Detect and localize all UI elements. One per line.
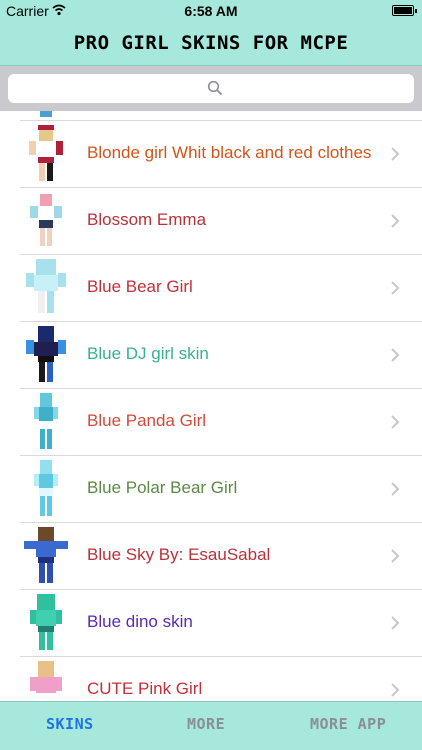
skin-thumbnail: [24, 527, 68, 583]
nav-bar: PRO GIRL SKINS FOR MCPE: [0, 22, 422, 66]
skin-name: Blue dino skin: [87, 612, 193, 631]
list-item[interactable]: Blue Polar Bear Girl: [0, 456, 422, 523]
skin-thumbnail: [29, 125, 63, 181]
skin-thumbnail: [40, 111, 52, 117]
skin-list[interactable]: Blonde girl Whit black and red clothes B…: [0, 111, 422, 701]
skin-thumbnail: [30, 194, 62, 246]
status-time: 6:58 AM: [184, 3, 238, 19]
chevron-right-icon: [391, 348, 400, 362]
skin-thumbnail: [26, 326, 66, 382]
skin-thumbnail: [30, 594, 62, 650]
skin-thumbnail: [34, 460, 58, 516]
skin-name: CUTE Pink Girl: [87, 679, 203, 698]
search-input[interactable]: [8, 74, 414, 103]
list-item[interactable]: CUTE Pink Girl: [0, 657, 422, 701]
page-title: PRO GIRL SKINS FOR MCPE: [73, 32, 349, 54]
chevron-right-icon: [391, 281, 400, 295]
battery-icon: [392, 5, 417, 16]
list-item[interactable]: Blonde girl Whit black and red clothes: [0, 121, 422, 188]
tab-more[interactable]: MORE: [187, 715, 225, 733]
skin-thumbnail: [26, 259, 66, 313]
list-item[interactable]: [0, 111, 422, 121]
skin-thumbnail: [34, 393, 58, 449]
list-item[interactable]: Blue Bear Girl: [0, 255, 422, 322]
list-item[interactable]: Blossom Emma: [0, 188, 422, 255]
tab-bar: SKINS MORE MORE APP: [0, 701, 422, 750]
list-item[interactable]: Blue Panda Girl: [0, 389, 422, 456]
status-bar: Carrier 6:58 AM: [0, 0, 422, 22]
chevron-right-icon: [391, 482, 400, 496]
search-bar: [0, 66, 422, 111]
skin-name: Blonde girl Whit black and red clothes: [87, 143, 372, 162]
skin-name: Blue Panda Girl: [87, 411, 207, 430]
search-icon: [207, 80, 223, 96]
skin-name: Blossom Emma: [87, 210, 207, 229]
skin-name: Blue Sky By: EsauSabal: [87, 545, 271, 564]
chevron-right-icon: [391, 616, 400, 630]
skin-thumbnail: [30, 661, 62, 693]
tab-skins[interactable]: SKINS: [46, 715, 94, 733]
chevron-right-icon: [391, 683, 400, 697]
chevron-right-icon: [391, 549, 400, 563]
list-item[interactable]: Blue DJ girl skin: [0, 322, 422, 389]
list-item[interactable]: Blue Sky By: EsauSabal: [0, 523, 422, 590]
list-item[interactable]: Blue dino skin: [0, 590, 422, 657]
skin-name: Blue Polar Bear Girl: [87, 478, 238, 497]
chevron-right-icon: [391, 147, 400, 161]
chevron-right-icon: [391, 415, 400, 429]
skin-name: Blue DJ girl skin: [87, 344, 209, 363]
tab-more-app[interactable]: MORE APP: [310, 715, 386, 733]
skin-name: Blue Bear Girl: [87, 277, 193, 296]
chevron-right-icon: [391, 214, 400, 228]
